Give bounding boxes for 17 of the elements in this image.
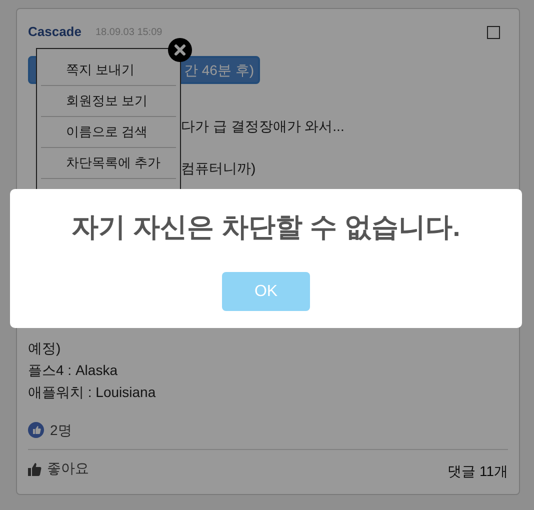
thumbs-up-icon (28, 422, 44, 438)
post-text: 컴퓨터니까) (181, 159, 256, 178)
menu-item[interactable]: 회원정보 보기 (41, 86, 176, 117)
post-text: 플스4 : Alaska (28, 361, 118, 380)
menu-item[interactable]: 이름으로 검색 (41, 117, 176, 148)
like-button[interactable]: 좋아요 (28, 458, 89, 479)
dialog-message: 자기 자신은 차단할 수 없습니다. (72, 211, 460, 244)
comment-count[interactable]: 댓글 11개 (448, 461, 508, 482)
post-text: 애플워치 : Louisiana (28, 383, 156, 402)
menu-item[interactable]: 차단목록에 추가 (41, 148, 176, 179)
author-name[interactable]: Cascade (28, 22, 82, 42)
post-text: 예정) (28, 339, 61, 358)
post-text: 다가 급 결정장애가 와서... (181, 117, 344, 136)
thumbs-up-icon (28, 462, 42, 476)
select-checkbox[interactable] (487, 26, 500, 38)
close-icon[interactable] (168, 38, 192, 62)
like-count: 2명 (50, 420, 72, 440)
